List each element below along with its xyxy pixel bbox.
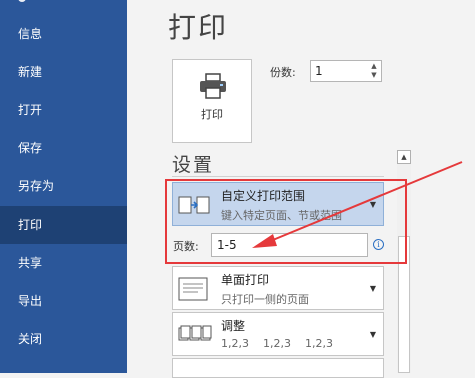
sidebar-item-new[interactable]: 新建 [0, 53, 127, 91]
collate-dropdown[interactable]: 调整 1,2,3 1,2,3 1,2,3 ▼ [172, 312, 384, 356]
info-icon[interactable]: i [373, 239, 384, 250]
print-range-subtitle: 键入特定页面、节或范围 [221, 209, 342, 222]
copies-value: 1 [315, 64, 323, 78]
page-title: 打印 [168, 11, 229, 44]
print-button-label: 打印 [201, 108, 223, 121]
section-divider [172, 176, 384, 177]
sides-title: 单面打印 [221, 273, 270, 287]
sidebar-item-save[interactable]: 保存 [0, 129, 127, 167]
chevron-down-icon: ▼ [369, 200, 376, 209]
sidebar-item-info[interactable]: 信息 [0, 15, 127, 53]
sidebar-item-share[interactable]: 共享 [0, 244, 127, 282]
single-sided-icon [178, 277, 208, 301]
copies-label: 份数: [270, 66, 296, 79]
sidebar-item-save-as[interactable]: 另存为 [0, 167, 127, 205]
back-icon[interactable] [18, 0, 26, 2]
collate-icon [178, 325, 212, 341]
page-range-icon [178, 196, 210, 214]
chevron-down-icon: ▼ [369, 330, 376, 339]
print-range-dropdown[interactable]: 自定义打印范围 键入特定页面、节或范围 ▼ [172, 182, 384, 226]
spin-up-icon[interactable]: ▲ [369, 62, 379, 71]
sidebar-item-close[interactable]: 关闭 [0, 320, 127, 358]
scrollbar-thumb[interactable] [398, 236, 410, 373]
sides-dropdown[interactable]: 单面打印 只打印一侧的页面 ▼ [172, 266, 384, 310]
spin-down-icon[interactable]: ▼ [369, 71, 379, 80]
backstage-sidebar: 信息 新建 打开 保存 另存为 打印 共享 导出 关闭 [0, 0, 127, 373]
settings-heading: 设置 [172, 154, 215, 176]
scroll-up-icon[interactable]: ▲ [397, 150, 411, 164]
sides-subtitle: 只打印一侧的页面 [221, 293, 309, 306]
copies-stepper[interactable]: 1 ▲ ▼ [310, 60, 382, 82]
collate-title: 调整 [221, 319, 246, 333]
sidebar-item-open[interactable]: 打开 [0, 91, 127, 129]
collate-subtitle: 1,2,3 1,2,3 1,2,3 [221, 337, 333, 350]
chevron-down-icon: ▼ [369, 284, 376, 293]
pages-input[interactable]: 1-5 [211, 233, 368, 257]
sidebar-item-print[interactable]: 打印 [0, 206, 127, 244]
print-button[interactable]: 打印 [172, 59, 252, 143]
printer-icon [200, 73, 226, 99]
pages-label: 页数: [173, 240, 199, 253]
sidebar-item-export[interactable]: 导出 [0, 282, 127, 320]
print-range-title: 自定义打印范围 [221, 189, 306, 203]
next-setting-dropdown[interactable] [172, 358, 384, 378]
